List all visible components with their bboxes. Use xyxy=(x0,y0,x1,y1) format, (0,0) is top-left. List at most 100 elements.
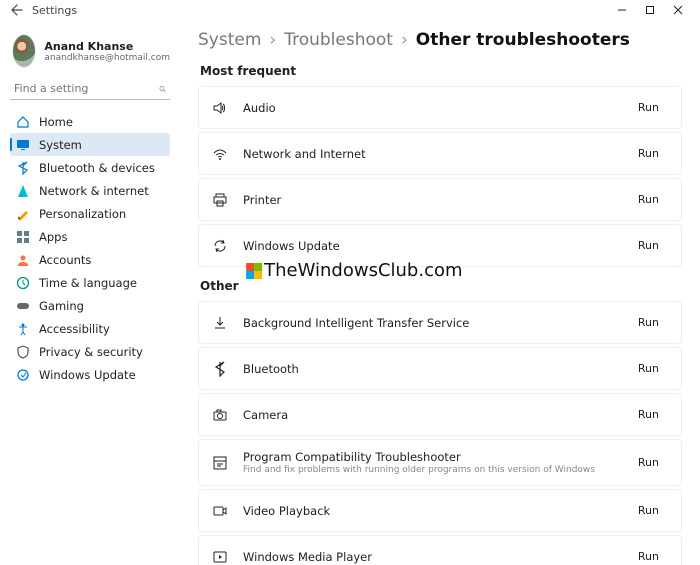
card-title: Bluetooth xyxy=(243,362,628,376)
avatar xyxy=(12,34,36,68)
personalization-icon xyxy=(16,207,30,221)
privacy-icon xyxy=(16,345,30,359)
breadcrumb-current: Other troubleshooters xyxy=(416,30,630,50)
camera-icon xyxy=(211,406,229,424)
sidebar-item-privacy-security[interactable]: Privacy & security xyxy=(10,340,170,363)
sidebar-item-label: System xyxy=(39,138,82,152)
sidebar: Anand Khanse anandkhanse@hotmail.com Hom… xyxy=(0,20,180,565)
download-icon xyxy=(211,314,229,332)
network-icon xyxy=(16,184,30,198)
run-button[interactable]: Run xyxy=(628,143,669,164)
minimize-button[interactable] xyxy=(608,1,636,19)
breadcrumb-sep: › xyxy=(269,30,276,50)
sidebar-item-label: Network & internet xyxy=(39,184,149,198)
card-title: Background Intelligent Transfer Service xyxy=(243,316,628,330)
run-button[interactable]: Run xyxy=(628,546,669,565)
breadcrumb-troubleshoot[interactable]: Troubleshoot xyxy=(284,30,393,50)
sidebar-item-apps[interactable]: Apps xyxy=(10,225,170,248)
sidebar-item-label: Personalization xyxy=(39,207,126,221)
search-box[interactable] xyxy=(10,78,170,100)
troubleshooter-card: Background Intelligent Transfer ServiceR… xyxy=(198,301,682,344)
sidebar-item-label: Gaming xyxy=(39,299,84,313)
run-button[interactable]: Run xyxy=(628,358,669,379)
run-button[interactable]: Run xyxy=(628,500,669,521)
section-header-other: Other xyxy=(200,279,682,293)
card-title: Printer xyxy=(243,193,628,207)
run-button[interactable]: Run xyxy=(628,97,669,118)
apps-icon xyxy=(16,230,30,244)
printer-icon xyxy=(211,191,229,209)
sidebar-item-gaming[interactable]: Gaming xyxy=(10,294,170,317)
wifi-icon xyxy=(211,145,229,163)
close-button[interactable] xyxy=(664,1,692,19)
card-title: Camera xyxy=(243,408,628,422)
window-title: Settings xyxy=(32,4,77,17)
back-button[interactable] xyxy=(8,1,26,19)
home-icon xyxy=(16,115,30,129)
sidebar-item-label: Windows Update xyxy=(39,368,136,382)
troubleshooter-card: Video PlaybackRun xyxy=(198,489,682,532)
profile-name: Anand Khanse xyxy=(44,40,170,53)
sidebar-item-label: Accounts xyxy=(39,253,91,267)
troubleshooter-card: Program Compatibility TroubleshooterFind… xyxy=(198,439,682,486)
troubleshooter-card: AudioRun xyxy=(198,86,682,129)
accounts-icon xyxy=(16,253,30,267)
audio-icon xyxy=(211,99,229,117)
sidebar-item-label: Home xyxy=(39,115,73,129)
run-button[interactable]: Run xyxy=(628,235,669,256)
maximize-button[interactable] xyxy=(636,1,664,19)
compat-icon xyxy=(211,454,229,472)
sidebar-item-label: Apps xyxy=(39,230,67,244)
bt-icon xyxy=(211,360,229,378)
section-header-most-frequent: Most frequent xyxy=(200,64,682,78)
close-icon xyxy=(673,5,683,15)
breadcrumb: System › Troubleshoot › Other troublesho… xyxy=(198,30,682,50)
run-button[interactable]: Run xyxy=(628,189,669,210)
troubleshooter-card: Windows Media PlayerRun xyxy=(198,535,682,565)
sidebar-item-accounts[interactable]: Accounts xyxy=(10,248,170,271)
sidebar-item-windows-update[interactable]: Windows Update xyxy=(10,363,170,386)
run-button[interactable]: Run xyxy=(628,404,669,425)
troubleshooter-card: PrinterRun xyxy=(198,178,682,221)
card-title: Audio xyxy=(243,101,628,115)
card-title: Network and Internet xyxy=(243,147,628,161)
troubleshooter-card: CameraRun xyxy=(198,393,682,436)
card-title: Windows Media Player xyxy=(243,550,628,564)
sidebar-item-label: Privacy & security xyxy=(39,345,143,359)
sidebar-item-label: Bluetooth & devices xyxy=(39,161,155,175)
minimize-icon xyxy=(617,5,627,15)
bluetooth-icon xyxy=(16,161,30,175)
sidebar-item-time-language[interactable]: Time & language xyxy=(10,271,170,294)
update-icon xyxy=(16,368,30,382)
main-content: System › Troubleshoot › Other troublesho… xyxy=(180,20,700,565)
sidebar-item-home[interactable]: Home xyxy=(10,110,170,133)
run-button[interactable]: Run xyxy=(628,452,669,473)
search-icon xyxy=(159,83,166,95)
breadcrumb-system[interactable]: System xyxy=(198,30,261,50)
card-title: Program Compatibility Troubleshooter xyxy=(243,450,628,464)
sidebar-item-system[interactable]: System xyxy=(10,133,170,156)
titlebar: Settings xyxy=(0,0,700,20)
profile-block[interactable]: Anand Khanse anandkhanse@hotmail.com xyxy=(10,30,170,76)
time-icon xyxy=(16,276,30,290)
system-icon xyxy=(16,138,30,152)
sidebar-item-accessibility[interactable]: Accessibility xyxy=(10,317,170,340)
troubleshooter-card: BluetoothRun xyxy=(198,347,682,390)
troubleshooter-card: Network and InternetRun xyxy=(198,132,682,175)
sidebar-item-bluetooth-devices[interactable]: Bluetooth & devices xyxy=(10,156,170,179)
back-arrow-icon xyxy=(11,4,23,16)
breadcrumb-sep: › xyxy=(401,30,408,50)
sidebar-item-personalization[interactable]: Personalization xyxy=(10,202,170,225)
sidebar-item-label: Time & language xyxy=(39,276,137,290)
search-input[interactable] xyxy=(14,82,159,95)
card-title: Video Playback xyxy=(243,504,628,518)
video-icon xyxy=(211,502,229,520)
gaming-icon xyxy=(16,299,30,313)
sidebar-item-label: Accessibility xyxy=(39,322,110,336)
troubleshooter-card: Windows UpdateRun xyxy=(198,224,682,267)
sidebar-item-network-internet[interactable]: Network & internet xyxy=(10,179,170,202)
maximize-icon xyxy=(645,5,655,15)
profile-email: anandkhanse@hotmail.com xyxy=(44,53,170,63)
run-button[interactable]: Run xyxy=(628,312,669,333)
sync-icon xyxy=(211,237,229,255)
